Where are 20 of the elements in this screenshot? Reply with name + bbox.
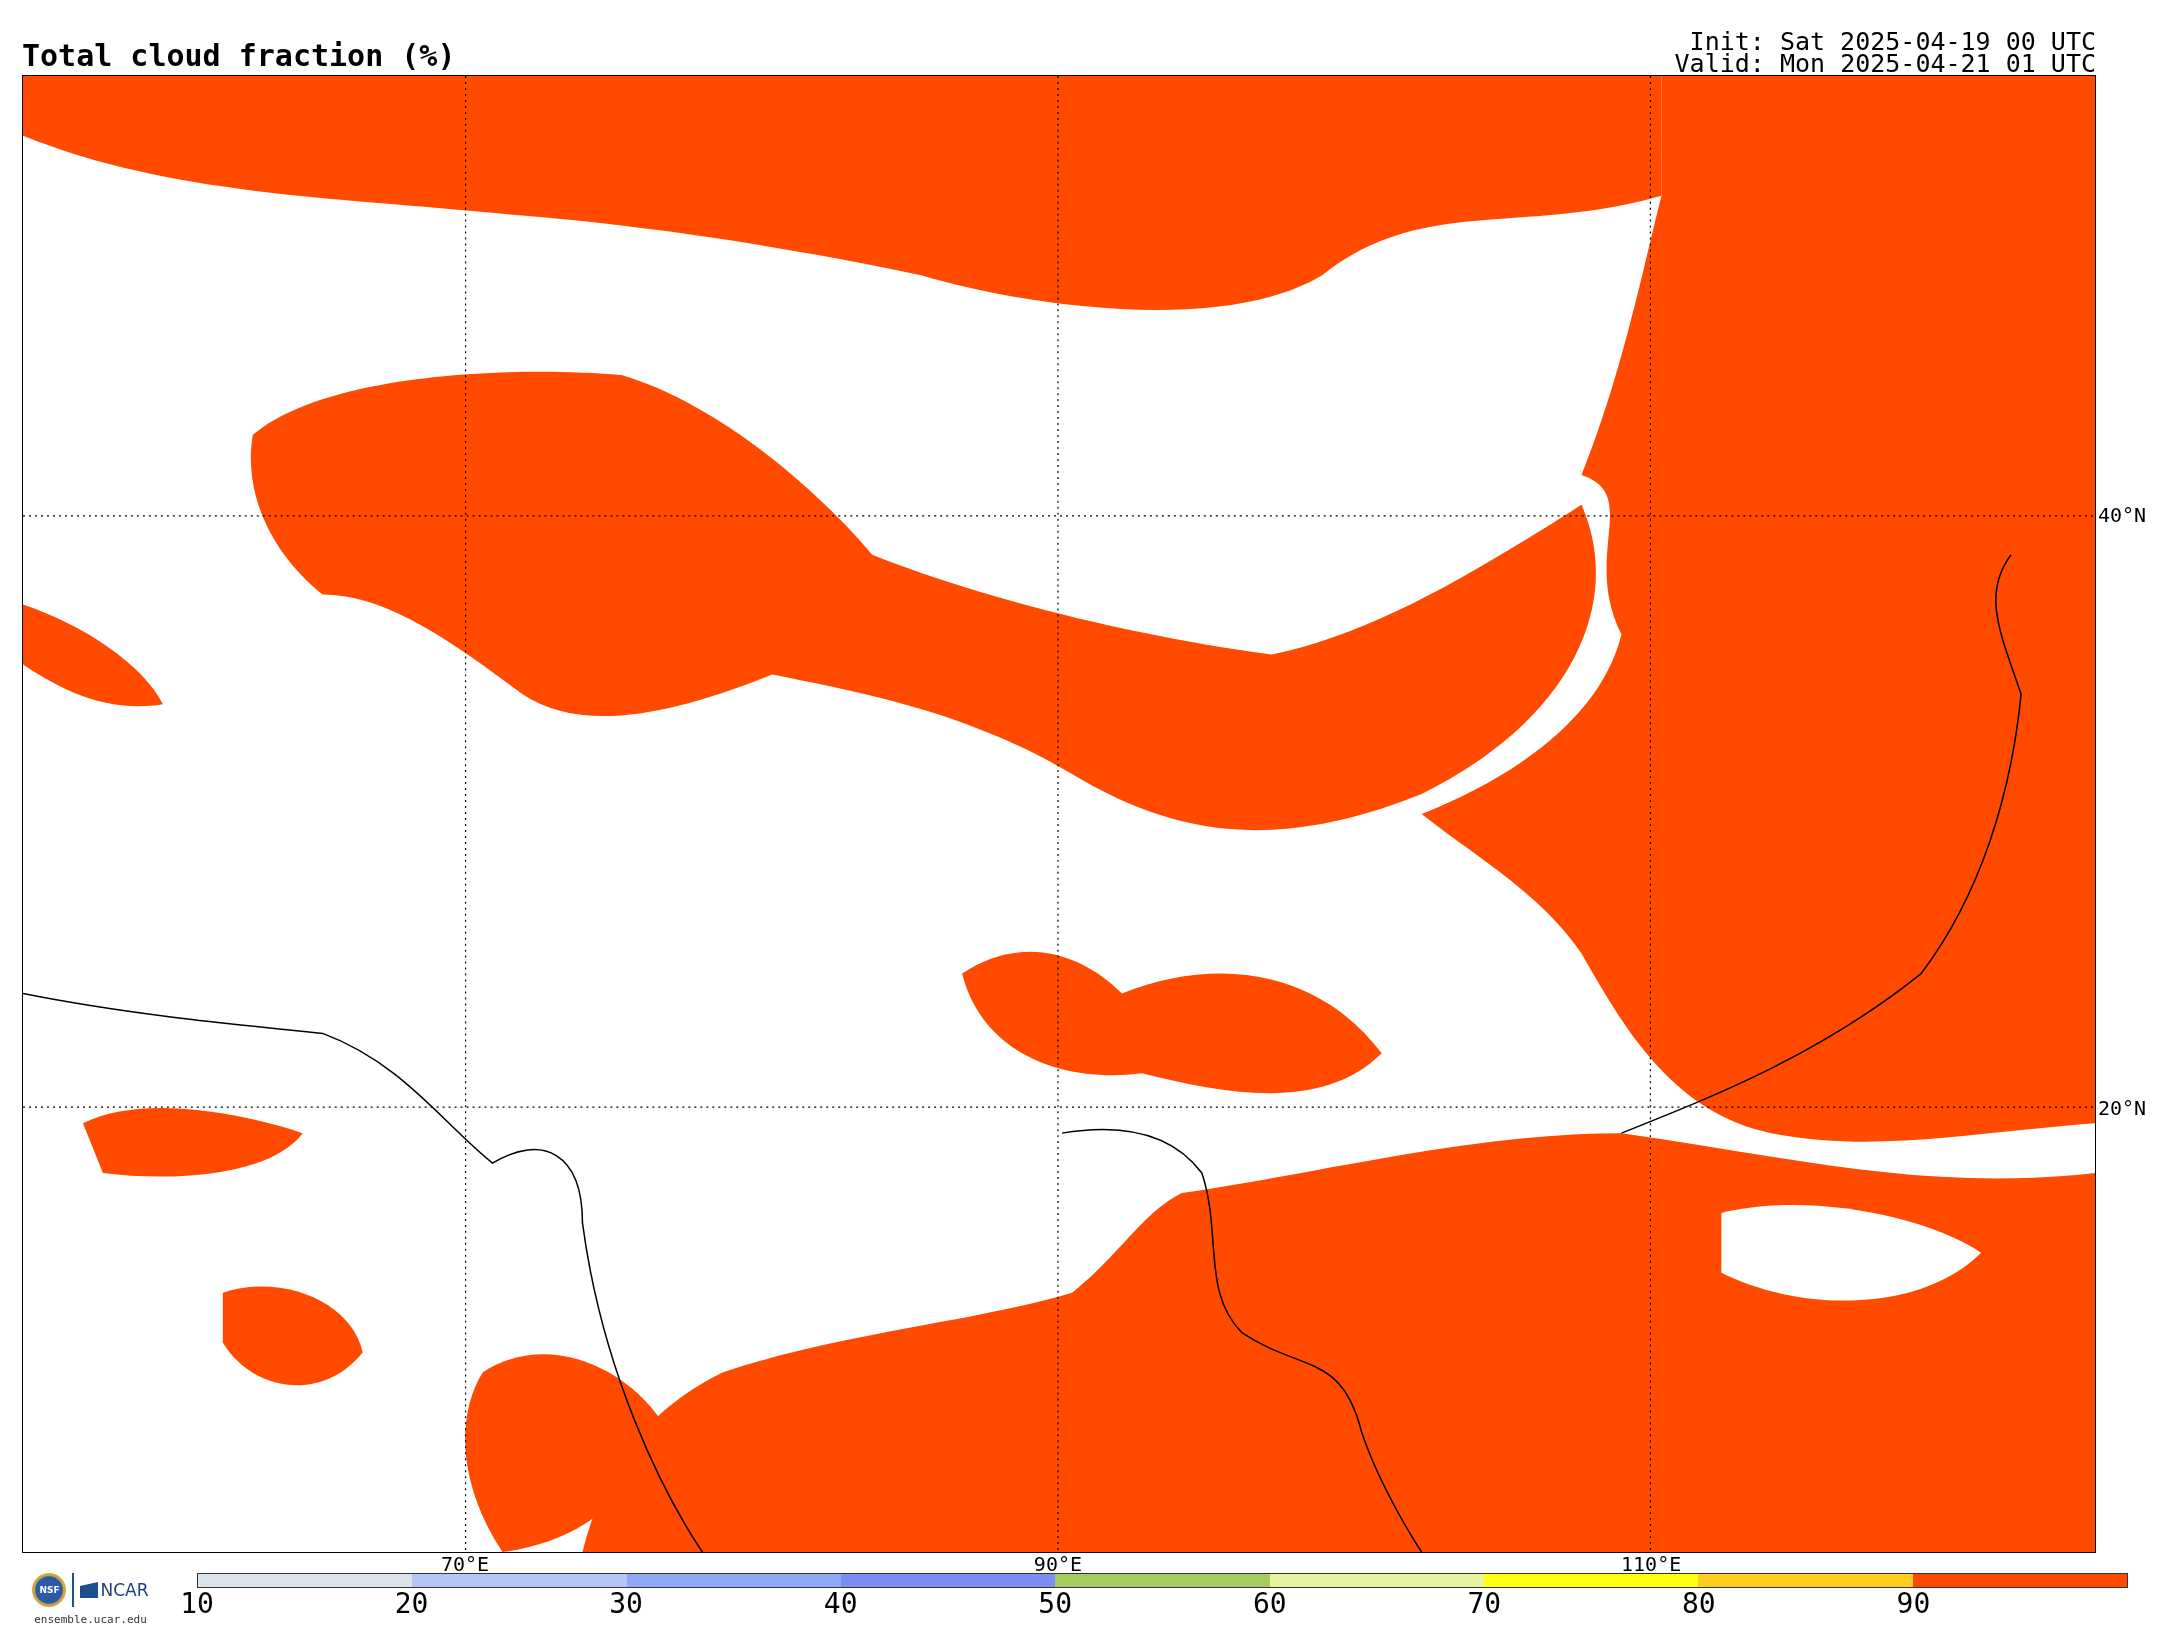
longitude-label: 70°E [440,1553,490,1575]
latitude-label: 40°N [2097,503,2147,528]
site-address: ensemble.ucar.edu [34,1613,147,1626]
chart-title: Total cloud fraction (%) [22,41,456,71]
colorbar-tick-label: 30 [609,1590,643,1618]
init-time: Init: Sat 2025-04-19 00 UTC [1689,31,2096,53]
colorbar-tick-label: 80 [1682,1590,1716,1618]
longitude-label: 110°E [1621,1553,1682,1575]
longitude-label: 90°E [1033,1553,1083,1575]
seal-logo: NSF [32,1573,67,1607]
colorbar-tick-label: 20 [394,1590,429,1618]
colorbar-tick-label: 10 [180,1590,214,1618]
colorbar-tick-label: 40 [823,1590,858,1618]
colorbar-tick-label: 70 [1467,1590,1502,1618]
latitude-label: 20°N [2097,1096,2147,1121]
colorbar-tick-label: 90 [1896,1590,1931,1618]
colorbar-tick-label: 60 [1252,1590,1287,1618]
valid-time: Valid: Mon 2025-04-21 01 UTC [1674,53,2096,75]
wordmark-logo: NCAR [80,1580,149,1600]
colorbar-tick-label: 50 [1038,1590,1073,1618]
